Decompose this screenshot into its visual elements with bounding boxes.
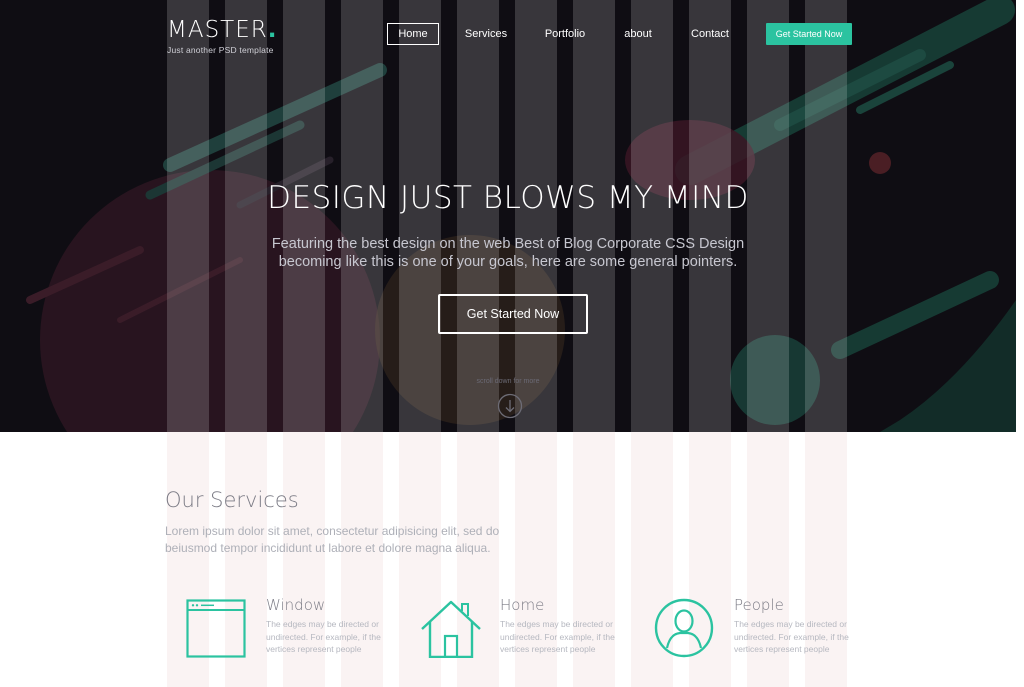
hero-subtitle-line-2: becoming like this is one of your goals,… — [278, 254, 738, 270]
service-card-title: Home — [500, 596, 545, 614]
home-icon — [421, 600, 481, 658]
hero-get-started-button[interactable]: Get Started Now — [438, 294, 588, 334]
service-card-text: The edges may be directed or undirected.… — [734, 619, 849, 654]
service-card-title: People — [734, 596, 784, 614]
nav-item-about[interactable]: about — [612, 23, 664, 45]
people-icon — [654, 598, 714, 658]
hero-subtitle-line-1: Featuring the best design on the web Bes… — [271, 236, 745, 252]
page-right-edge — [1016, 0, 1024, 687]
brand-name: MASTER. — [167, 17, 278, 43]
service-card-text: The edges may be directed or undirected.… — [266, 619, 381, 654]
services-description-line-2: beiusmod tempor incididunt ut labore et … — [165, 541, 491, 555]
service-card-people[interactable]: People The edges may be directed or undi… — [654, 594, 874, 666]
services-description-line-1: Lorem ipsum dolor sit amet, consectetur … — [165, 524, 500, 538]
brand-logo[interactable]: MASTER. Just another PSD template — [167, 16, 278, 55]
hero-section: MASTER. Just another PSD template Home S… — [0, 0, 1016, 432]
hero-subtitle: Featuring the best design on the web Bes… — [0, 235, 1016, 271]
nav-item-portfolio[interactable]: Portfolio — [537, 23, 593, 45]
brand-tagline: Just another PSD template — [167, 45, 274, 55]
service-card-title: Window — [266, 596, 326, 614]
nav-item-services[interactable]: Services — [458, 23, 514, 45]
nav-get-started-button[interactable]: Get Started Now — [766, 23, 852, 45]
window-icon — [186, 599, 246, 658]
services-description: Lorem ipsum dolor sit amet, consectetur … — [165, 523, 565, 557]
nav-item-home[interactable]: Home — [387, 23, 439, 45]
services-title: Our Services — [165, 488, 299, 512]
service-card-window[interactable]: Window The edges may be directed or undi… — [186, 594, 406, 666]
service-card-text: The edges may be directed or undirected.… — [500, 619, 615, 654]
nav-item-contact[interactable]: Contact — [683, 23, 737, 45]
service-card-home[interactable]: Home The edges may be directed or undire… — [420, 594, 640, 666]
scroll-down-label: scroll down for more — [476, 378, 540, 385]
hero-background-illustration — [0, 0, 1016, 432]
brand-dot: . — [267, 17, 278, 43]
hero-title: DESIGN JUST BLOWS MY MIND — [267, 180, 749, 216]
arrow-down-circle-icon[interactable] — [497, 393, 523, 419]
